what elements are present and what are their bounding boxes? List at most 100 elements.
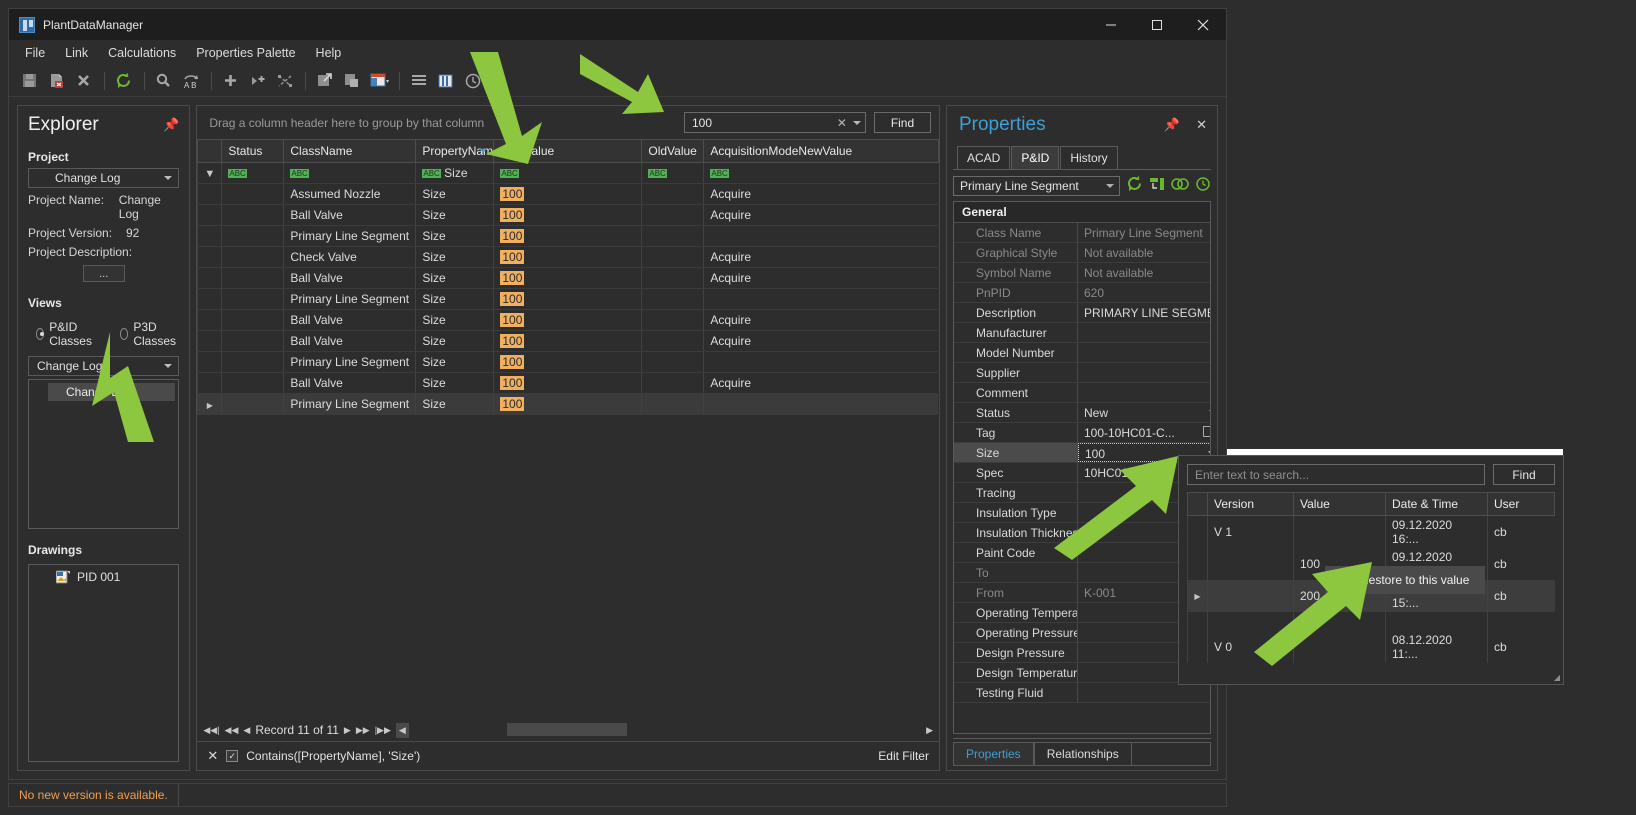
list-item[interactable]: Change L (48, 383, 176, 401)
export-icon[interactable] (312, 69, 337, 93)
property-row[interactable]: Spec 10HC01 (953, 463, 1210, 483)
find-button[interactable]: Find (873, 112, 931, 133)
table-row[interactable]: Ball Valve Size 100 Acquire (197, 330, 939, 352)
filter-cell[interactable]: ​ABC (703, 162, 939, 184)
view-combo[interactable]: Change Log (28, 356, 180, 376)
menu-properties-palette[interactable]: Properties Palette (186, 43, 305, 63)
property-row[interactable]: Model Number (953, 343, 1210, 363)
property-row[interactable]: To (953, 563, 1210, 583)
property-row[interactable]: Symbol Name Not available (953, 263, 1210, 283)
chevron-down-icon[interactable] (852, 120, 861, 125)
filter-row[interactable]: ▼​ABC​ABC​ABC Size​ABC​ABC​ABC (197, 162, 939, 184)
table-row[interactable]: Ball Valve Size 100 Acquire (197, 309, 939, 331)
menu-help[interactable]: Help (306, 43, 352, 63)
refresh-icon[interactable] (111, 69, 136, 93)
prev-page-icon[interactable]: ◀◀ (225, 725, 239, 736)
property-value[interactable] (1078, 363, 1210, 382)
history-row[interactable]: V 1 09.12.2020 16:... cb (1187, 515, 1555, 548)
bottom-tab-properties[interactable]: Properties (952, 742, 1034, 766)
pin-icon[interactable]: 📌 (1164, 117, 1180, 133)
views-list[interactable]: Change L (28, 379, 180, 529)
project-description-button[interactable]: ... (82, 265, 125, 282)
history-row[interactable]: V 0 08.12.2020 11:... cb (1187, 631, 1555, 663)
add-node-icon[interactable] (245, 69, 270, 93)
filter-cell[interactable]: ​ABC (221, 162, 284, 184)
ellipsis-button[interactable] (1202, 426, 1210, 437)
object-combo[interactable]: Primary Line Segment (952, 176, 1120, 196)
header-acquisitionmodenewvalue[interactable]: AcquisitionModeNewValue (703, 139, 939, 163)
property-row[interactable]: DescriptionPRIMARY LINE SEGMENT (953, 303, 1210, 323)
property-value[interactable]: 620 (1078, 283, 1210, 302)
property-value[interactable]: Primary Line Segment (1078, 223, 1210, 242)
property-row[interactable]: Insulation Type (953, 503, 1210, 523)
history-search-input[interactable]: Enter text to search... (1187, 464, 1485, 485)
resize-grip-icon[interactable]: ◢ (1554, 673, 1560, 682)
property-row[interactable]: Operating Tempera... (953, 603, 1210, 623)
columns-icon[interactable] (433, 69, 458, 93)
property-value[interactable] (1078, 323, 1210, 342)
property-row[interactable]: Operating Pressure (953, 623, 1210, 643)
filter-cell[interactable]: ​ABC Size (415, 162, 494, 184)
minimize-icon[interactable] (1088, 9, 1134, 40)
search-icon[interactable] (151, 69, 176, 93)
property-value[interactable]: New (1078, 403, 1210, 422)
collapse-icon[interactable]: ◀ (395, 722, 409, 738)
table-row[interactable]: Primary Line Segment Size 100 (197, 225, 939, 247)
rename-icon[interactable]: A B (178, 69, 203, 93)
filter-cell[interactable]: ​ABC (493, 162, 642, 184)
property-value[interactable]: Not available (1078, 263, 1210, 282)
pin-icon[interactable]: 📌 (163, 117, 179, 133)
table-row[interactable]: Ball Valve Size 100 Acquire (197, 267, 939, 289)
radio-pid-classes[interactable]: P&ID Classes (36, 320, 96, 348)
property-row[interactable]: Manufacturer (953, 323, 1210, 343)
filter-funnel-icon[interactable]: ▼ (197, 162, 222, 184)
tab-acad[interactable]: ACAD (956, 146, 1011, 169)
close-x-icon[interactable] (71, 69, 96, 93)
compare-icon[interactable] (1171, 176, 1189, 197)
property-row[interactable]: Insulation Thickness (953, 523, 1210, 543)
header-classname[interactable]: ClassName (283, 139, 417, 163)
last-record-icon[interactable]: |▶▶ (375, 725, 391, 736)
tab-pid[interactable]: P&ID (1011, 146, 1060, 169)
search-input[interactable]: 100 ✕ (683, 112, 866, 133)
property-value[interactable] (1078, 343, 1210, 362)
save-icon[interactable] (17, 69, 42, 93)
header-status[interactable]: Status (221, 139, 285, 163)
close-icon[interactable]: ✕ (1196, 117, 1207, 133)
menu-link[interactable]: Link (55, 43, 98, 63)
history-icon[interactable] (460, 69, 485, 93)
drawings-list[interactable]: PID 001 (28, 564, 180, 762)
filter-cell[interactable]: ​ABC (641, 162, 704, 184)
project-combo[interactable]: Change Log (28, 168, 180, 188)
property-value[interactable] (1078, 383, 1210, 402)
property-row[interactable]: Supplier (953, 363, 1210, 383)
property-row[interactable]: Testing Fluid (953, 683, 1210, 703)
property-row[interactable]: From K-001 (953, 583, 1210, 603)
property-row[interactable]: Paint Code (953, 543, 1210, 563)
filter-cell[interactable]: ​ABC (283, 162, 416, 184)
group-hint-text[interactable]: Drag a column header here to group by th… (205, 116, 676, 130)
tab-history[interactable]: History (1060, 146, 1118, 169)
property-row[interactable]: Design Pressure (953, 643, 1210, 663)
table-row[interactable]: Primary Line Segment Size 100 (197, 288, 939, 310)
list-view-icon[interactable] (406, 69, 431, 93)
table-row[interactable]: Ball Valve Size 100 Acquire (197, 204, 939, 226)
prev-record-icon[interactable]: ◀ (243, 725, 250, 736)
property-row[interactable]: Design Temperature (953, 663, 1210, 683)
property-row[interactable]: Status New (953, 403, 1210, 423)
filter-enabled-checkbox[interactable]: ✓ (226, 750, 239, 762)
property-row[interactable]: Size 100 (953, 443, 1210, 463)
refresh-icon[interactable] (1126, 175, 1143, 197)
property-row[interactable]: Comment (953, 383, 1210, 403)
next-record-icon[interactable]: ▶ (344, 725, 351, 736)
close-filter-icon[interactable]: ✕ (207, 748, 218, 764)
radio-p3d-classes[interactable]: P3D Classes (119, 320, 180, 348)
property-value[interactable]: 100-10HC01-C... (1078, 423, 1210, 442)
history-header-datetime[interactable]: Date & Time (1385, 492, 1488, 516)
add-icon[interactable] (218, 69, 243, 93)
property-row[interactable]: Tag 100-10HC01-C... (953, 423, 1210, 443)
property-row[interactable]: Tracing (953, 483, 1210, 503)
restore-tooltip[interactable]: Restore to this value (1325, 566, 1485, 594)
bottom-tab-relationships[interactable]: Relationships (1033, 742, 1132, 766)
chevron-down-icon[interactable] (1208, 410, 1210, 414)
